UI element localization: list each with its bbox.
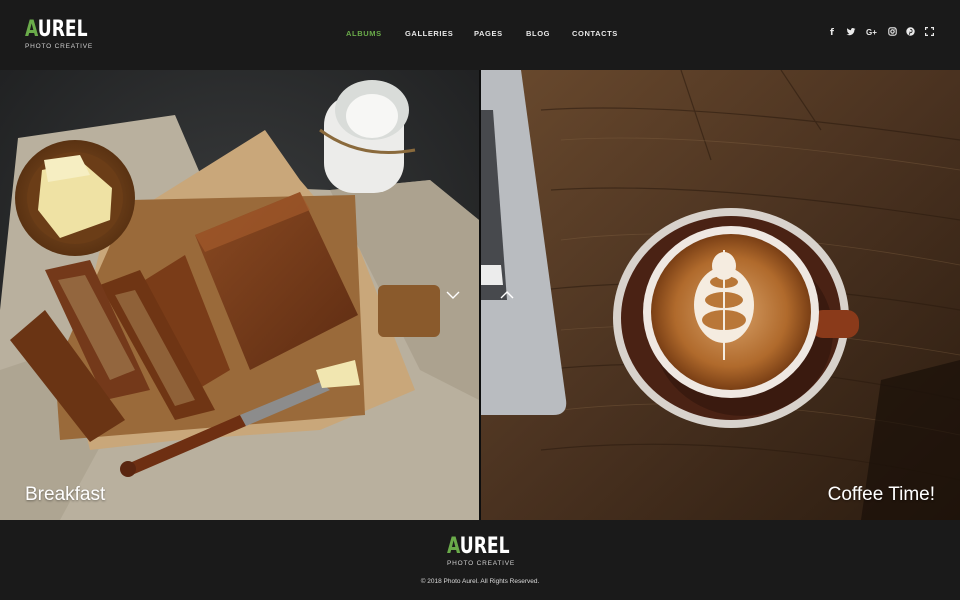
chevron-up-icon[interactable] <box>499 290 515 300</box>
album-caption: Coffee Time! <box>827 484 935 505</box>
logo-tagline: PHOTO CREATIVE <box>25 43 94 50</box>
site-header: AUREL PHOTO CREATIVE ALBUMS GALLERIES PA… <box>0 0 960 70</box>
nav-item-contacts[interactable]: CONTACTS <box>572 29 618 38</box>
nav-item-galleries[interactable]: GALLERIES <box>405 29 453 38</box>
chevron-down-icon[interactable] <box>445 290 461 300</box>
logo-wordmark: AUREL <box>447 535 510 559</box>
google-plus-icon[interactable]: G+ <box>866 27 877 39</box>
album-breakfast[interactable]: Breakfast <box>0 70 479 520</box>
facebook-icon[interactable]: f <box>830 27 834 39</box>
logo-tagline: PHOTO CREATIVE <box>447 560 516 567</box>
fullscreen-icon[interactable] <box>925 27 934 39</box>
album-coffee-time[interactable]: Coffee Time! <box>481 70 960 520</box>
nav-item-albums[interactable]: ALBUMS <box>346 29 382 38</box>
footer-logo[interactable]: AUREL PHOTO CREATIVE <box>447 535 517 569</box>
twitter-icon[interactable] <box>846 27 856 39</box>
main-nav: ALBUMS GALLERIES PAGES BLOG CONTACTS <box>0 29 960 41</box>
album-caption: Breakfast <box>25 484 106 505</box>
nav-item-blog[interactable]: BLOG <box>526 29 550 38</box>
breakfast-photo <box>0 70 479 520</box>
instagram-icon[interactable] <box>888 27 897 39</box>
pinterest-icon[interactable] <box>906 27 915 39</box>
coffee-photo <box>481 70 960 520</box>
logo-letter-a: A <box>447 534 460 559</box>
site-footer: AUREL PHOTO CREATIVE © 2018 Photo Aurel.… <box>0 520 960 600</box>
copyright-text: © 2018 Photo Aurel. All Rights Reserved. <box>420 578 540 585</box>
nav-item-pages[interactable]: PAGES <box>474 29 503 38</box>
logo-letters: UREL <box>459 534 510 559</box>
